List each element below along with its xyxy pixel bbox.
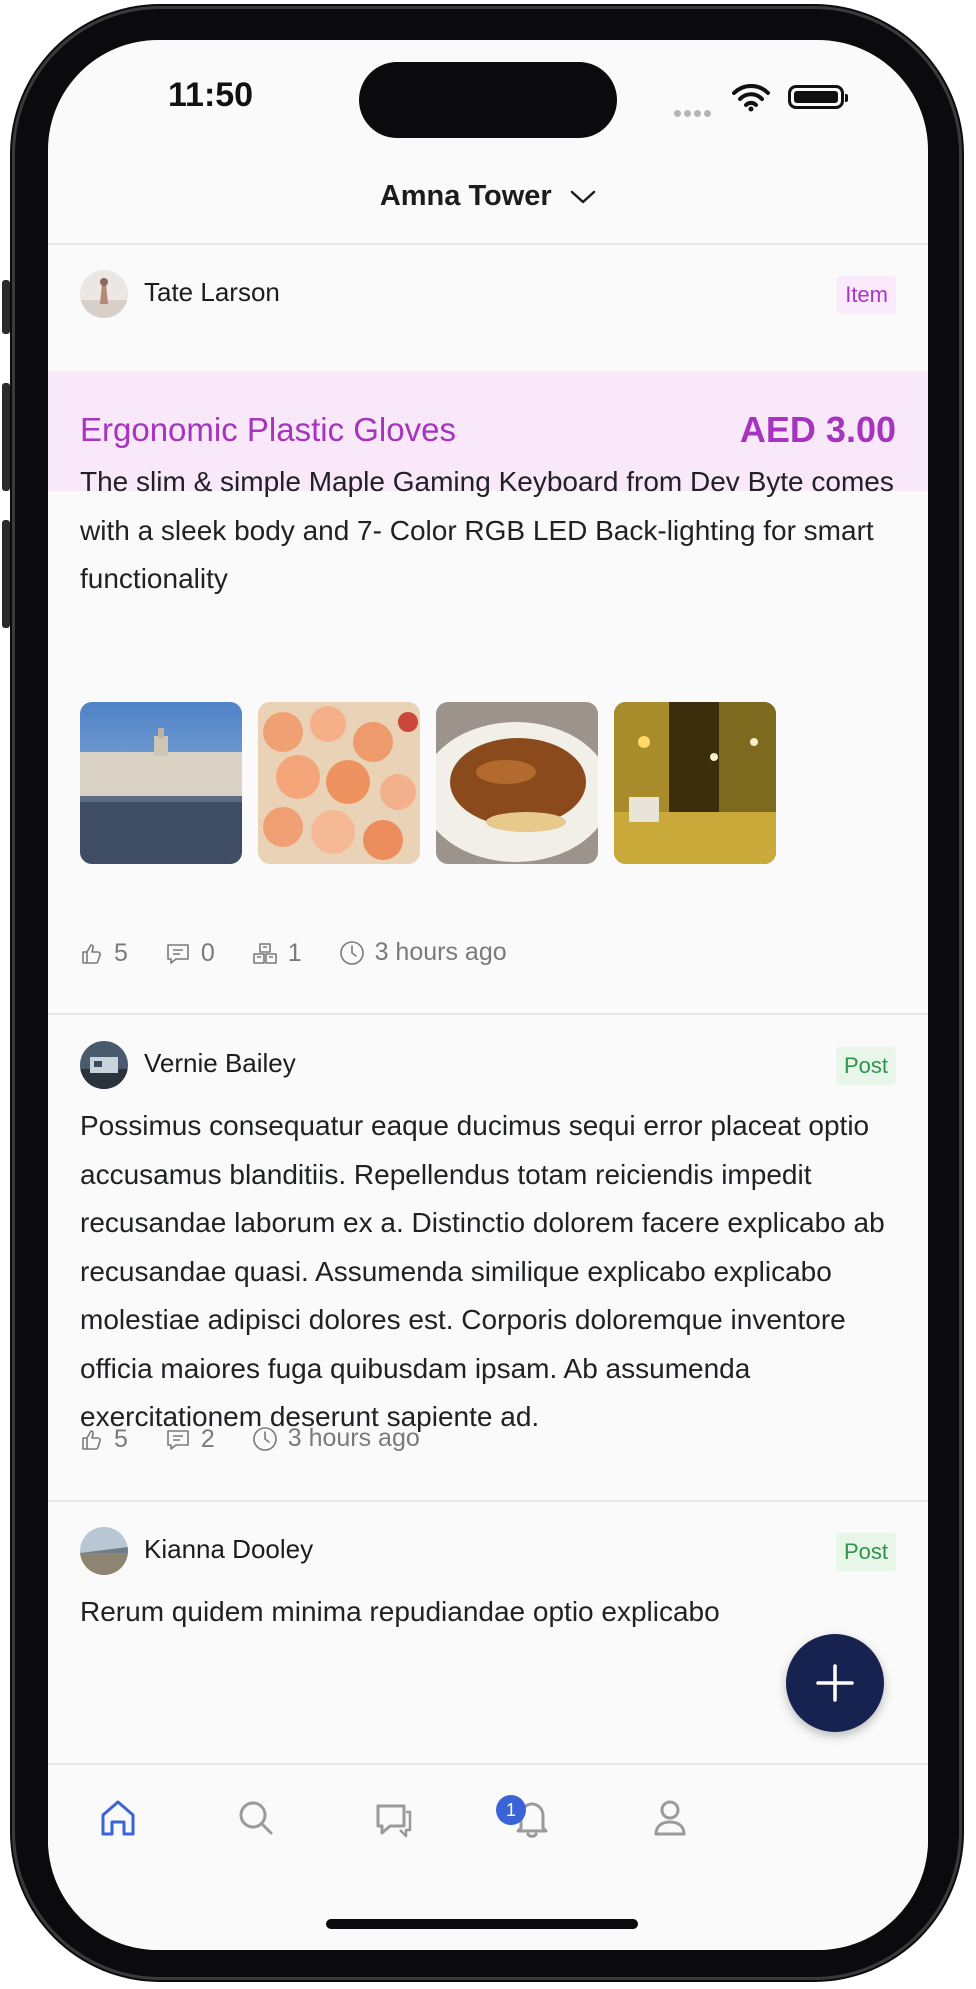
comment-button[interactable]: 0 [165,939,215,968]
post-meta: 5 0 1 3 hours ago [80,938,537,968]
volume-down-button [2,520,10,628]
type-badge: Item [837,276,896,314]
post-body: Possimus consequatur eaque ducimus sequi… [80,1110,885,1432]
time-label: 3 hours ago [287,1424,420,1452]
likes-count: 5 [114,1425,128,1453]
create-post-button[interactable] [786,1634,884,1732]
card-divider [48,1500,928,1502]
status-time: 11:50 [168,76,254,114]
author-name[interactable]: Kianna Dooley [144,1534,313,1565]
messages-badge: 1 [496,1795,526,1825]
card-divider [48,1013,928,1015]
comments-count: 2 [200,1425,215,1453]
comment-icon [167,1429,189,1450]
tab-profile[interactable] [642,1790,698,1846]
location-selector[interactable]: Amna Tower [48,180,928,213]
wifi-icon [732,84,770,112]
boxes-icon [252,942,277,964]
post-body: The slim & simple Maple Gaming Keyboard … [80,466,894,594]
comments-count: 0 [200,939,215,967]
tab-home[interactable] [90,1790,146,1846]
header-divider [48,243,928,245]
type-badge: Post [835,1533,896,1571]
search-icon [239,1801,273,1835]
post-time: 3 hours ago [252,1424,420,1453]
author-name[interactable]: Vernie Bailey [144,1048,296,1079]
plus-icon [816,1664,854,1702]
home-indicator [326,1919,638,1929]
like-button[interactable]: 5 [80,939,128,968]
avatar[interactable] [80,1527,128,1575]
night-street-photo[interactable] [614,702,776,864]
comment-button[interactable]: 2 [165,1425,215,1454]
clock-icon [339,940,364,965]
type-badge: Post [835,1047,896,1085]
avatar[interactable] [80,270,128,318]
battery-icon [788,85,848,109]
thumbs-up-icon [82,943,101,964]
thumbs-up-icon [82,1429,101,1450]
clock-icon [252,1426,277,1451]
dessert-plate-photo[interactable] [436,702,598,864]
chevron-down-icon [570,190,596,203]
author-name[interactable]: Tate Larson [144,277,280,308]
app-screen: 11:50 Amna Tower Tate Larson Item Ergono… [48,40,928,1950]
post-meta: 5 2 3 hours ago [80,1424,450,1454]
comment-icon [167,943,189,964]
roses-photo[interactable] [258,702,420,864]
volume-up-button [2,383,10,491]
post-time: 3 hours ago [339,938,507,967]
quantity-indicator: 1 [252,939,302,968]
item-title: Ergonomic Plastic Gloves [80,411,456,448]
post-body: Rerum quidem minima repudiandae optio ex… [80,1596,720,1627]
tab-search[interactable] [228,1790,284,1846]
location-title: Amna Tower [379,180,552,212]
action-button [2,280,10,334]
avatar[interactable] [80,1041,128,1089]
profile-icon [654,1800,686,1836]
time-label: 3 hours ago [374,938,507,966]
messages-icon [376,1804,412,1838]
quantity-count: 1 [287,939,302,967]
dynamic-island [359,62,617,138]
like-button[interactable]: 5 [80,1425,128,1454]
tab-messages[interactable] [366,1790,422,1846]
item-price: AED 3.00 [739,409,896,450]
signal-dots-icon [674,104,714,122]
home-icon [101,1800,135,1836]
city-square-photo[interactable] [80,702,242,864]
likes-count: 5 [114,939,128,967]
